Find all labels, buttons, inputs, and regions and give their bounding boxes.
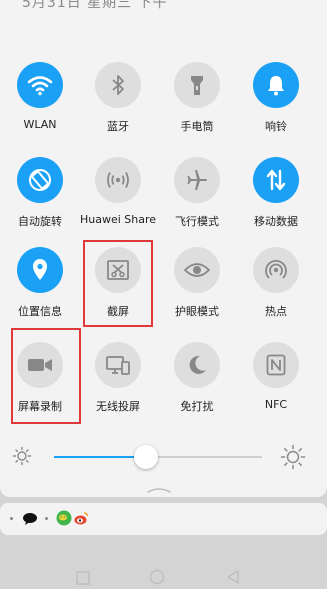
cast-screen-icon bbox=[95, 342, 141, 388]
tile-ring-label: 响铃 bbox=[265, 120, 287, 133]
bell-icon bbox=[253, 62, 299, 108]
recents-square-icon[interactable] bbox=[76, 570, 90, 589]
tile-nfc-label: NFC bbox=[264, 398, 288, 411]
tile-flashlight[interactable]: 手电筒 bbox=[157, 62, 237, 152]
tile-airplane[interactable]: 飞行模式 bbox=[157, 157, 237, 247]
auto-rotate-icon bbox=[17, 157, 63, 203]
highlight-box-screenshot bbox=[83, 240, 153, 327]
tile-location[interactable]: 位置信息 bbox=[0, 247, 80, 337]
brightness-slider[interactable] bbox=[0, 440, 327, 474]
tile-do-not-disturb[interactable]: 免打扰 bbox=[157, 342, 237, 432]
dot-indicator-icon bbox=[10, 517, 13, 520]
brightness-track-fill bbox=[54, 456, 146, 458]
brightness-thumb[interactable] bbox=[134, 445, 158, 469]
tile-auto-rotate[interactable]: 自动旋转 bbox=[0, 157, 80, 247]
location-pin-icon bbox=[17, 247, 63, 293]
dot-separator-icon bbox=[45, 517, 48, 520]
tile-mobile-data-label: 移动数据 bbox=[254, 215, 298, 228]
tile-ring[interactable]: 响铃 bbox=[236, 62, 316, 152]
tile-wlan[interactable]: WLAN bbox=[0, 62, 80, 152]
wifi-icon bbox=[17, 62, 63, 108]
quick-settings-panel: 5月31日 星期三 下午 WLAN 蓝牙 手电筒 响铃 自动旋转 Huawei … bbox=[0, 0, 327, 497]
mobile-data-icon bbox=[253, 157, 299, 203]
tile-huawei-share[interactable]: Huawei Share bbox=[78, 157, 158, 247]
nfc-icon bbox=[253, 342, 299, 388]
status-date-text: 5月31日 星期三 下午 bbox=[22, 0, 168, 11]
eye-icon bbox=[174, 247, 220, 293]
back-triangle-icon[interactable] bbox=[226, 569, 240, 589]
tile-wireless-projection[interactable]: 无线投屏 bbox=[78, 342, 158, 432]
tile-hotspot[interactable]: 热点 bbox=[236, 247, 316, 337]
moon-icon bbox=[174, 342, 220, 388]
message-bubble-icon bbox=[22, 511, 38, 530]
flashlight-icon bbox=[174, 62, 220, 108]
share-waves-icon bbox=[95, 157, 141, 203]
chevron-up-icon[interactable] bbox=[146, 480, 172, 497]
tile-mobile-data[interactable]: 移动数据 bbox=[236, 157, 316, 247]
hotspot-icon bbox=[253, 247, 299, 293]
tile-eye-comfort[interactable]: 护眼模式 bbox=[157, 247, 237, 337]
airplane-icon bbox=[174, 157, 220, 203]
sun-large-icon bbox=[280, 444, 306, 474]
home-circle-icon[interactable] bbox=[149, 569, 165, 589]
bluetooth-icon bbox=[95, 62, 141, 108]
weibo-icon bbox=[73, 510, 89, 530]
sun-small-icon[interactable] bbox=[12, 446, 32, 470]
notification-strip[interactable] bbox=[0, 503, 327, 535]
tile-hotspot-label: 热点 bbox=[265, 305, 287, 318]
system-navigation-bar bbox=[0, 560, 327, 588]
wechat-icon bbox=[56, 510, 72, 530]
highlight-box-screen-record bbox=[11, 328, 81, 424]
tile-bluetooth[interactable]: 蓝牙 bbox=[78, 62, 158, 152]
tile-nfc[interactable]: NFC bbox=[236, 342, 316, 432]
